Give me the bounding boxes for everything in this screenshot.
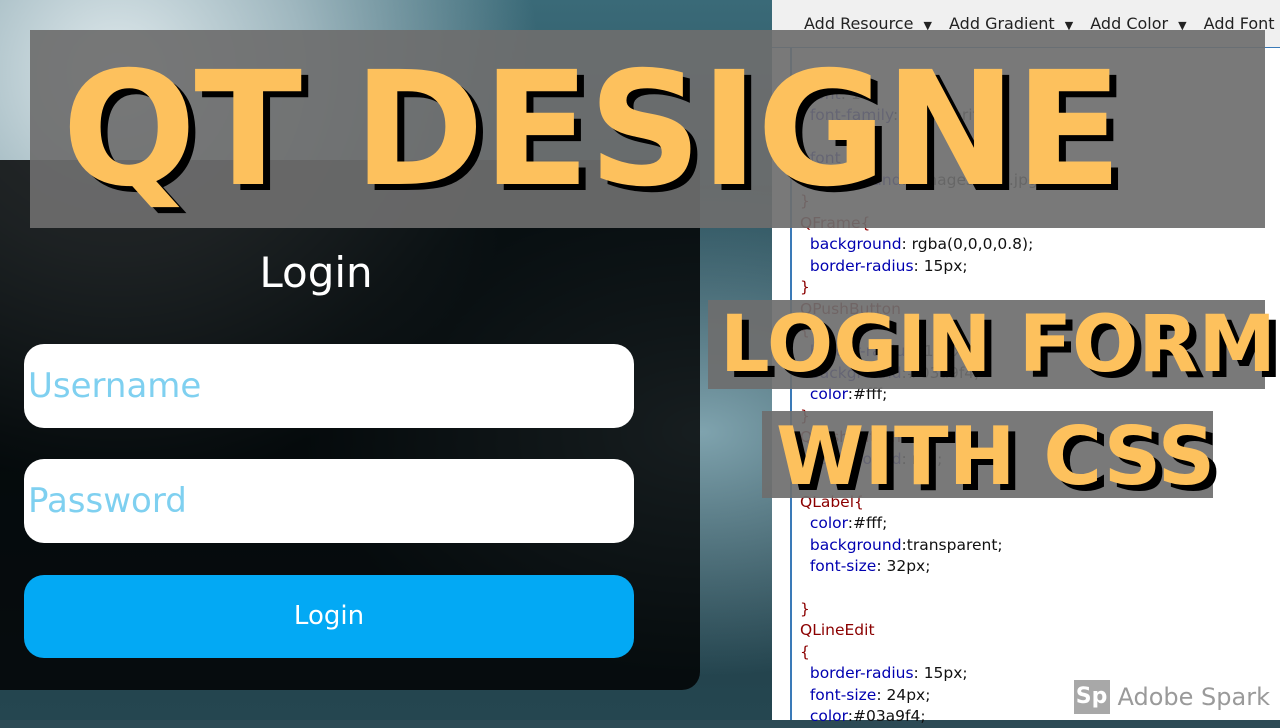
- code-line: background:transparent;: [800, 535, 1044, 556]
- code-val: : 15px;: [913, 256, 968, 275]
- code-line: font-size: 24px;: [800, 685, 1044, 706]
- adobe-spark-watermark: Sp Adobe Spark: [1073, 680, 1270, 714]
- code-line: {: [800, 642, 1044, 663]
- code-prop: color: [800, 707, 848, 726]
- code-sel: }: [800, 599, 810, 618]
- code-val: :transparent;: [901, 535, 1003, 554]
- title-line-2: LOGIN FORM: [720, 300, 1276, 390]
- title-line-3: WITH CSS: [776, 410, 1216, 503]
- code-prop: border-radius: [800, 256, 914, 275]
- code-line: background: rgba(0,0,0,0.8);: [800, 234, 1044, 255]
- title-line-1: QT DESIGNE: [62, 38, 1123, 222]
- code-line: QLineEdit: [800, 620, 1044, 641]
- code-line: }: [800, 599, 1044, 620]
- code-line: color:#fff;: [800, 513, 1044, 534]
- code-val: : 15px;: [913, 664, 968, 683]
- code-prop: color: [800, 514, 848, 533]
- code-val: :#03a9f4;: [847, 707, 926, 726]
- adobe-spark-logo: Sp: [1073, 680, 1110, 714]
- password-input[interactable]: Password: [24, 459, 634, 543]
- code-line: }: [800, 277, 1044, 298]
- username-input[interactable]: Username: [24, 344, 634, 428]
- code-line: border-radius: 15px;: [800, 663, 1044, 684]
- code-prop: font-size: [800, 556, 877, 575]
- code-prop: font-size: [800, 685, 877, 704]
- login-button[interactable]: Login: [24, 575, 634, 658]
- code-line: color:#03a9f4;: [800, 706, 1044, 727]
- login-title: Login: [259, 248, 373, 297]
- code-prop: background: [800, 235, 902, 254]
- code-val: :#fff;: [847, 514, 888, 533]
- code-val: : rgba(0,0,0,0.8);: [901, 235, 1034, 254]
- code-prop: background: [800, 535, 902, 554]
- code-sel: QLineEdit: [800, 621, 875, 640]
- code-prop: border-radius: [800, 664, 914, 683]
- code-val: : 32px;: [876, 556, 931, 575]
- code-line: border-radius: 15px;: [800, 256, 1044, 277]
- watermark-text: Adobe Spark: [1117, 683, 1270, 711]
- code-sel: {: [800, 642, 810, 661]
- code-line: font-size: 32px;: [800, 556, 1044, 577]
- code-val: : 24px;: [876, 685, 931, 704]
- code-sel: }: [800, 278, 810, 297]
